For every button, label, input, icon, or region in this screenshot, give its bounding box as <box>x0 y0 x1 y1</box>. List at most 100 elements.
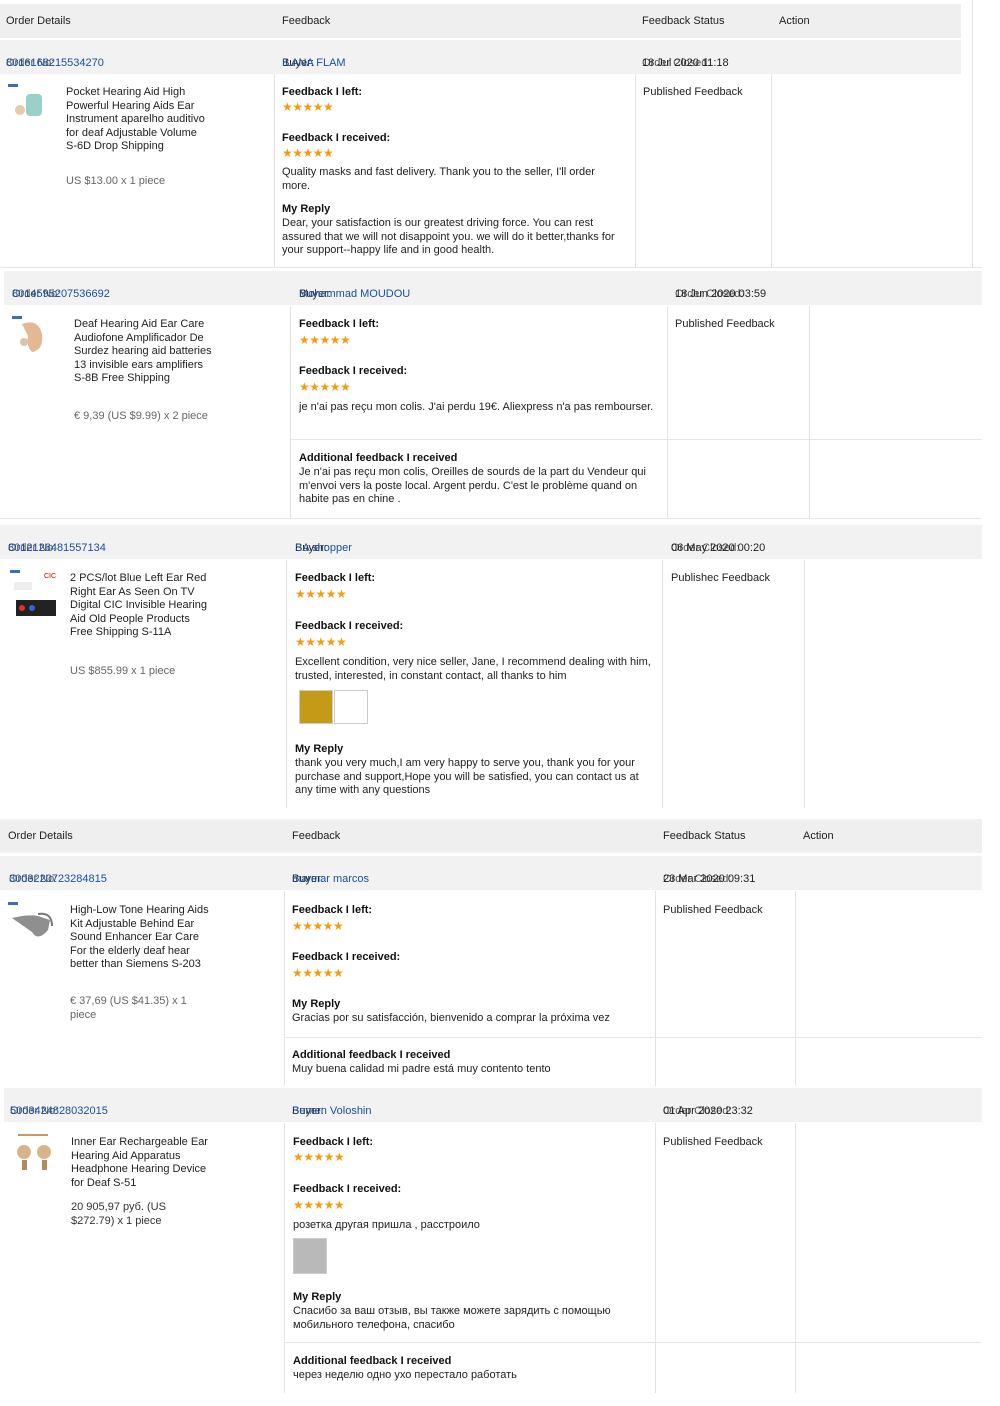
my-reply-text: Dear, your satisfaction is our greatest … <box>282 217 615 256</box>
rating-stars: ★★★★★ <box>282 146 334 160</box>
rating-stars: ★★★★★ <box>292 919 344 933</box>
rating-stars: ★★★★★ <box>299 380 351 394</box>
feedback-received-text: розетка другая пришла , расстроило <box>293 1219 480 1231</box>
order-number-link[interactable]: 3003220723284815 <box>9 873 107 885</box>
feedback-received-label: Feedback I received: <box>299 365 408 377</box>
feedback-received-label: Feedback I received: <box>295 620 404 632</box>
rating-stars: ★★★★★ <box>293 1198 345 1212</box>
order-closed-date: 23 Mar 2020 09:31 <box>663 873 756 885</box>
rating-stars: ★★★★★ <box>292 966 344 980</box>
buyer-link[interactable]: Mohammad MOUDOU <box>299 288 410 300</box>
buyer-link[interactable]: Semen Voloshin <box>292 1105 372 1117</box>
order-number-link[interactable]: 8012126481557134 <box>8 542 106 554</box>
order-closed-date: 06 May 2020 00:20 <box>671 542 766 554</box>
divider <box>795 1123 796 1393</box>
product-thumbnail[interactable]: CIC <box>10 570 56 616</box>
product-price: 20 905,97 руб. (US $272.79) x 1 piece <box>71 1201 166 1227</box>
rating-stars: ★★★★★ <box>293 1150 345 1164</box>
product-thumbnail[interactable] <box>12 316 56 356</box>
divider <box>284 1037 982 1038</box>
feedback-left-label: Feedback I left: <box>292 904 373 916</box>
divider <box>655 891 656 1086</box>
col-order-details: Order Details <box>8 830 73 842</box>
product-title-link[interactable]: Pocket Hearing Aid High Powerful Hearing… <box>66 86 206 154</box>
product-price: € 9,39 (US $9.99) x 2 piece <box>74 410 208 422</box>
feedback-left-label: Feedback I left: <box>282 86 363 98</box>
product-thumbnail[interactable] <box>8 902 53 942</box>
product-price: € 37,69 (US $41.35) x 1 piece <box>70 995 187 1021</box>
divider <box>284 891 285 1086</box>
feedback-left-label: Feedback I left: <box>299 318 380 330</box>
feedback-photo[interactable] <box>293 1238 327 1274</box>
col-action: Action <box>779 15 810 27</box>
divider <box>635 74 636 267</box>
table-header: Order Details Feedback Feedback Status A… <box>0 4 961 38</box>
order-number-link[interactable]: 8014595207536692 <box>12 288 110 300</box>
order-number-link[interactable]: 8016168215534270 <box>6 57 104 69</box>
feedback-status: Published Feedback <box>675 318 775 330</box>
order-row: Order No: 8012126481557134 Buyer: SA sho… <box>0 525 982 559</box>
product-title-link[interactable]: Inner Ear Rechargeable Ear Hearing Aid A… <box>71 1136 211 1190</box>
col-order-details: Order Details <box>6 15 71 27</box>
my-reply-text: Gracias por su satisfacción, bienvenido … <box>292 1012 610 1024</box>
divider <box>809 306 810 518</box>
divider <box>284 1342 982 1343</box>
order-row: Order No: 8014595207536692 Buyer: Mohamm… <box>4 271 982 305</box>
my-reply-text: Спасибо за ваш отзыв, вы также можете за… <box>293 1305 611 1331</box>
buyer-link[interactable]: SA shopper <box>295 542 352 554</box>
feedback-received-label: Feedback I received: <box>293 1183 402 1195</box>
divider <box>667 306 668 518</box>
buyer-link[interactable]: marmar marcos <box>292 873 369 885</box>
col-feedback: Feedback <box>282 15 331 27</box>
additional-feedback-label: Additional feedback I received <box>293 1355 452 1367</box>
divider <box>662 560 663 808</box>
divider <box>284 1123 285 1393</box>
rating-stars: ★★★★★ <box>282 100 334 114</box>
divider <box>655 1123 656 1393</box>
order-row: Order No: 3003220723284815 Buyer: marmar… <box>0 856 982 890</box>
my-reply-label: My Reply <box>293 1291 342 1303</box>
feedback-received-text: je n'ai pas reçu mon colis. J'ai perdu 1… <box>299 401 654 413</box>
divider <box>290 439 982 440</box>
order-closed-date: 18 Jun 2020 03:59 <box>675 288 767 300</box>
feedback-status: Published Feedback <box>643 86 743 98</box>
my-reply-label: My Reply <box>295 743 344 755</box>
product-title-link[interactable]: 2 PCS/lot Blue Left Ear Red Right Ear As… <box>70 572 210 640</box>
product-thumbnail[interactable] <box>12 1134 56 1174</box>
product-title-link[interactable]: High-Low Tone Hearing Aids Kit Adjustabl… <box>70 904 210 972</box>
divider <box>290 306 291 518</box>
additional-feedback-text: через неделю одно ухо перестало работать <box>293 1369 517 1381</box>
rating-stars: ★★★★★ <box>299 333 351 347</box>
product-price: US $13.00 x 1 piece <box>66 175 166 187</box>
additional-feedback-label: Additional feedback I received <box>292 1049 451 1061</box>
additional-feedback-text: Muy buena calidad mi padre está muy cont… <box>292 1063 551 1075</box>
divider <box>972 0 973 267</box>
order-row: Order No: 5003424828032015 Buyer: Semen … <box>4 1088 982 1122</box>
rating-stars: ★★★★★ <box>295 587 347 601</box>
feedback-left-label: Feedback I left: <box>293 1136 374 1148</box>
divider <box>771 74 772 267</box>
my-reply-label: My Reply <box>282 203 331 215</box>
feedback-received-text: Quality masks and fast delivery. Thank y… <box>282 166 595 192</box>
divider <box>0 267 982 268</box>
feedback-photo[interactable] <box>299 690 333 724</box>
svg-text:CIC: CIC <box>44 573 56 580</box>
col-action: Action <box>803 830 834 842</box>
additional-feedback-label: Additional feedback I received <box>299 452 458 464</box>
table-header: Order Details Feedback Feedback Status A… <box>0 819 982 853</box>
divider <box>274 74 275 267</box>
feedback-status: Publishec Feedback <box>671 572 771 584</box>
order-closed-date: 18 Jul 2020 11:18 <box>642 57 729 69</box>
feedback-status: Published Feedback <box>663 1136 763 1148</box>
feedback-received-label: Feedback I received: <box>282 132 391 144</box>
product-thumbnail[interactable] <box>8 84 52 124</box>
product-title-link[interactable]: Deaf Hearing Aid Ear Care Audiofone Ampl… <box>74 318 214 386</box>
my-reply-text: thank you very much,I am very happy to s… <box>295 757 639 796</box>
order-closed-date: 01 Apr 2020 23:32 <box>663 1105 753 1117</box>
order-number-link[interactable]: 5003424828032015 <box>10 1105 108 1117</box>
feedback-photo-broken-image-icon[interactable] <box>334 690 368 724</box>
feedback-received-label: Feedback I received: <box>292 951 401 963</box>
buyer-link[interactable]: ILANA FLAM <box>282 57 346 69</box>
product-price: US $855.99 x 1 piece <box>70 665 176 677</box>
rating-stars: ★★★★★ <box>295 635 347 649</box>
